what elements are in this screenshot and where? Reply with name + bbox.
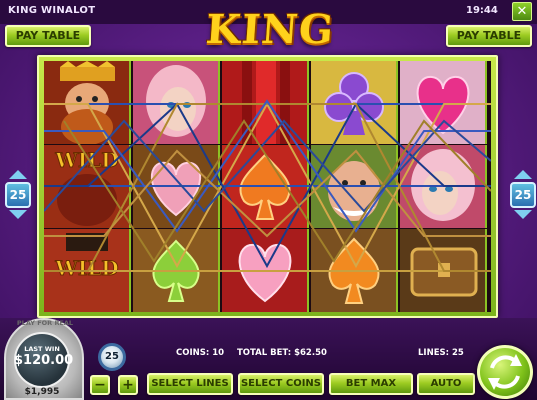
pay-table-button-left[interactable]: PAY TABLE [5, 25, 91, 47]
lines-down-arrow-left[interactable] [9, 210, 27, 219]
select-lines-button[interactable]: SELECT LINES [147, 373, 233, 395]
lines-down-arrow-right[interactable] [514, 210, 532, 219]
lines-display: LINES: 25 [418, 348, 464, 358]
lines-up-arrow-right[interactable] [514, 170, 532, 179]
paylines-overlay [44, 99, 491, 272]
coins-display: COINS: 10 [176, 348, 225, 358]
close-button[interactable]: ✕ [512, 2, 532, 21]
spin-button[interactable] [477, 345, 533, 399]
line-count-right: 25 [510, 182, 536, 208]
last-win-label: LAST WIN [24, 345, 60, 353]
clock: 19:44 [466, 5, 498, 16]
decrease-bet-button[interactable]: − [90, 375, 110, 395]
line-count-left: 25 [5, 182, 31, 208]
bet-max-button[interactable]: BET MAX [329, 373, 413, 395]
credit-balance: $1,995 [24, 387, 60, 397]
spin-arrows-icon [488, 354, 522, 390]
pay-table-button-right[interactable]: PAY TABLE [446, 25, 532, 47]
select-coins-button[interactable]: SELECT COINS [238, 373, 324, 395]
increase-bet-button[interactable]: + [118, 375, 138, 395]
payline [44, 103, 491, 272]
coin-value-chip[interactable]: 25 [98, 343, 126, 371]
total-bet-display: TOTAL BET: $62.50 [237, 348, 327, 358]
game-name: KING WINALOT [8, 5, 96, 16]
last-win-value: $120.00 [14, 353, 74, 368]
play-for-real-link[interactable]: PLAY FOR REAL [10, 319, 80, 330]
game-logo: KING WINALOT [122, 2, 414, 109]
autoplay-button[interactable]: AUTO [417, 373, 475, 395]
lines-up-arrow-left[interactable] [9, 170, 27, 179]
